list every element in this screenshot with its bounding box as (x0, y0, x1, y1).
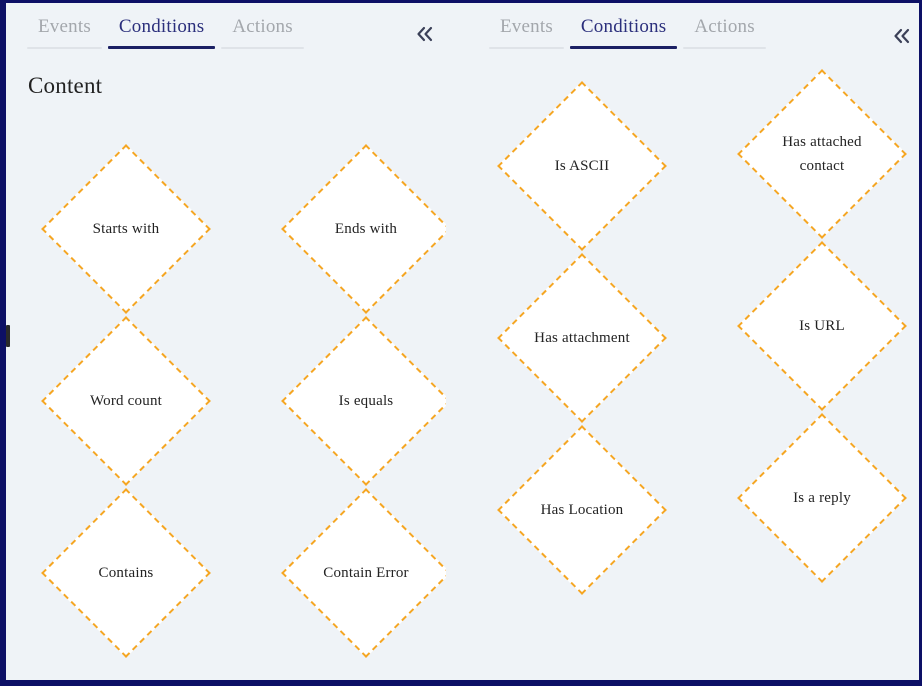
condition-node-is-ascii[interactable]: Is ASCII (496, 80, 668, 252)
tab-underline (683, 47, 766, 49)
panel-resize-handle[interactable] (6, 325, 10, 347)
diamond-shape (737, 413, 907, 583)
condition-node-ends-with[interactable]: Ends with (280, 143, 446, 315)
condition-node-starts-with[interactable]: Starts with (40, 143, 212, 315)
left-diagram-canvas[interactable]: Starts with Word count Contains Ends wit… (6, 101, 446, 680)
tab-conditions-left[interactable]: Conditions (105, 3, 218, 49)
tab-underline-active (569, 46, 678, 49)
tab-label: Events (500, 16, 553, 37)
tab-underline (27, 47, 102, 49)
diamond-shape (737, 241, 907, 411)
diamond-shape (497, 253, 667, 423)
chevron-double-left-icon-right-panel[interactable] (889, 23, 915, 49)
diamond-shape (41, 144, 211, 314)
diamond-shape (281, 316, 446, 486)
application-window: Events Conditions Actions Content Starts… (0, 0, 922, 686)
tab-actions-left[interactable]: Actions (218, 3, 307, 49)
condition-node-contain-error[interactable]: Contain Error (280, 487, 446, 659)
tab-label: Actions (694, 16, 755, 37)
condition-node-has-attachment[interactable]: Has attachment (496, 252, 668, 424)
condition-node-is-equals[interactable]: Is equals (280, 315, 446, 487)
diamond-shape (281, 144, 446, 314)
tab-events-left[interactable]: Events (24, 3, 105, 49)
tab-label: Actions (232, 16, 293, 37)
right-panel-tabbar: Events Conditions Actions (446, 3, 919, 59)
diagram-column-4: Has attached contact Is URL Is a reply (736, 68, 908, 584)
tab-events-right[interactable]: Events (486, 3, 567, 49)
diamond-shape (41, 488, 211, 658)
chevron-double-left-icon-left-panel[interactable] (412, 21, 438, 47)
condition-node-contains[interactable]: Contains (40, 487, 212, 659)
condition-node-word-count[interactable]: Word count (40, 315, 212, 487)
condition-node-is-a-reply[interactable]: Is a reply (736, 412, 908, 584)
tab-underline (221, 47, 304, 49)
panel-container: Events Conditions Actions Content Starts… (6, 3, 919, 680)
tab-underline (489, 47, 564, 49)
diagram-column-2: Ends with Is equals Contain Error (280, 143, 446, 659)
diamond-shape (281, 488, 446, 658)
section-title-content: Content (28, 73, 103, 98)
diagram-column-3: Is ASCII Has attachment Has Location (496, 80, 668, 596)
tab-label: Conditions (118, 16, 205, 37)
tab-actions-right[interactable]: Actions (680, 3, 769, 49)
condition-node-is-url[interactable]: Is URL (736, 240, 908, 412)
condition-node-has-location[interactable]: Has Location (496, 424, 668, 596)
left-panel-tabbar: Events Conditions Actions (6, 3, 446, 59)
diagram-column-1: Starts with Word count Contains (40, 143, 212, 659)
diamond-shape (41, 316, 211, 486)
diamond-shape (737, 69, 907, 239)
right-diagram-canvas[interactable]: Is ASCII Has attachment Has Location Has… (446, 59, 919, 679)
tab-underline-active (107, 46, 216, 49)
diamond-shape (497, 425, 667, 595)
tab-label: Events (38, 16, 91, 37)
tab-label: Conditions (580, 16, 667, 37)
condition-node-has-attached-contact[interactable]: Has attached contact (736, 68, 908, 240)
tab-conditions-right[interactable]: Conditions (567, 3, 680, 49)
right-panel: Events Conditions Actions Is ASCII Has a… (446, 3, 919, 680)
left-panel: Events Conditions Actions Content Starts… (6, 3, 446, 680)
diamond-shape (497, 81, 667, 251)
